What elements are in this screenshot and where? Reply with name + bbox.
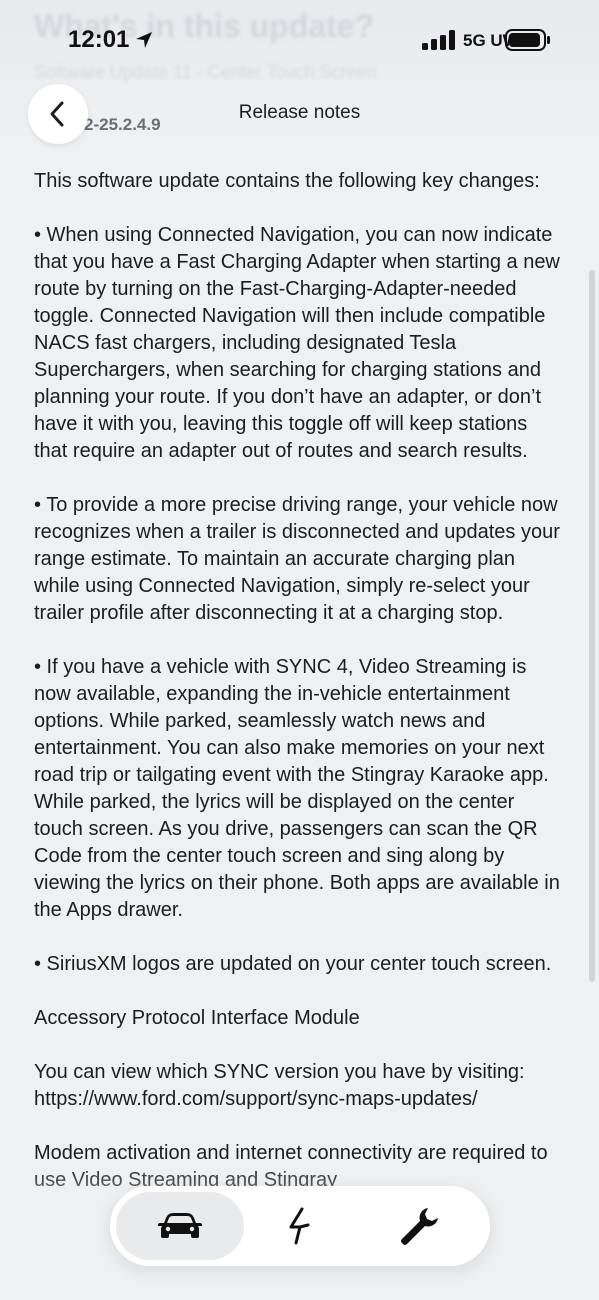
- sync-version-note: You can view which SYNC version you have…: [34, 1061, 525, 1110]
- battery-icon: [505, 29, 550, 51]
- release-notes-body: This software update contains the follow…: [34, 168, 566, 1221]
- bullet-connected-navigation: • When using Connected Navigation, you c…: [34, 224, 560, 462]
- car-icon: [158, 1213, 202, 1238]
- status-bar: 12:01 5G UW: [0, 0, 599, 84]
- bullet-video-streaming: • If you have a vehicle with SYNC 4, Vid…: [34, 656, 560, 921]
- intro-paragraph: This software update contains the follow…: [34, 170, 540, 192]
- scrollbar[interactable]: [589, 270, 595, 982]
- wrench-icon: [401, 1208, 438, 1245]
- bullet-trailer-range: • To provide a more precise driving rang…: [34, 494, 560, 624]
- bullet-siriusxm: • SiriusXM logos are updated on your cen…: [34, 953, 552, 975]
- nav-header: Release notes: [0, 84, 599, 144]
- bottom-tab-bar: [110, 1186, 490, 1266]
- module-heading: Accessory Protocol Interface Module: [34, 1007, 360, 1029]
- lightning-icon: [289, 1207, 310, 1245]
- tab-charging[interactable]: [244, 1192, 356, 1260]
- page-title: Release notes: [238, 102, 361, 123]
- tab-vehicle[interactable]: [116, 1192, 244, 1260]
- location-arrow-icon: [136, 32, 152, 48]
- cellular-signal-icon: [422, 30, 455, 50]
- tab-service[interactable]: [356, 1192, 484, 1260]
- status-time: 12:01: [68, 26, 130, 53]
